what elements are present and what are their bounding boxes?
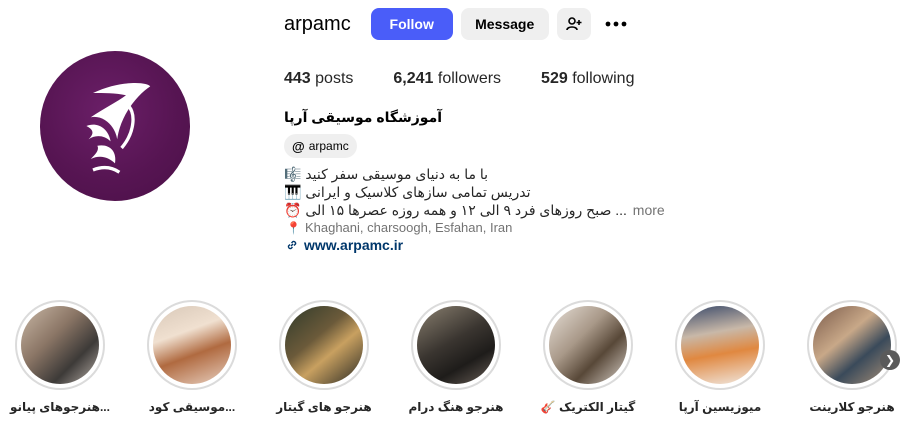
followers-stat[interactable]: 6,241 followers xyxy=(393,70,501,88)
bio-line-3: ⏰ صبح روزهای فرد ۹ الی ۱۲ و همه روزه عصر… xyxy=(284,202,665,219)
highlight-item[interactable]: میوزیسین آرپا xyxy=(660,300,780,414)
bio-line-1: 🎼 با ما به دنیای موسیقی سفر کنید xyxy=(284,166,489,182)
bio-line-3-text: ⏰ صبح روزهای فرد ۹ الی ۱۲ و همه روزه عصر… xyxy=(284,202,627,218)
arpa-logo-icon xyxy=(86,82,151,174)
following-count: 529 xyxy=(541,70,568,87)
location[interactable]: 📍 Khaghani, charsoogh, Esfahan, Iran xyxy=(286,220,512,235)
message-button[interactable]: Message xyxy=(460,8,549,40)
highlight-label: هنرجو هنگ درام xyxy=(408,400,504,414)
highlight-thumbnail xyxy=(285,306,363,384)
threads-link[interactable]: @ arpamc xyxy=(284,134,357,158)
followers-label: followers xyxy=(437,70,502,87)
highlight-label: موسیقی کود... xyxy=(148,400,236,414)
posts-count: 443 xyxy=(284,70,311,87)
highlight-thumbnail xyxy=(417,306,495,384)
highlight-thumbnail xyxy=(21,306,99,384)
person-add-icon xyxy=(565,17,582,31)
highlight-thumbnail xyxy=(813,306,891,384)
highlight-label: هنرجو های گیتار xyxy=(276,400,372,414)
location-text: Khaghani, charsoogh, Esfahan, Iran xyxy=(304,220,513,235)
highlight-ring xyxy=(543,300,633,390)
highlight-thumbnail xyxy=(681,306,759,384)
website-link[interactable]: www.arpamc.ir xyxy=(286,237,403,253)
profile-avatar[interactable] xyxy=(40,51,190,201)
highlight-thumbnail xyxy=(549,306,627,384)
highlight-label: هنرجوهای پیانو... xyxy=(10,400,110,414)
highlight-label: میوزیسین آرپا xyxy=(678,400,762,414)
profile-stats: 443 posts 6,241 followers 529 following xyxy=(284,70,674,88)
highlight-item[interactable]: هنرجو هنگ درام xyxy=(396,300,516,414)
profile-full-name: آموزشگاه موسیقی آرپا xyxy=(284,109,443,125)
highlight-item[interactable]: موسیقی کود... xyxy=(132,300,252,414)
suggest-user-button[interactable] xyxy=(556,8,591,40)
follow-button[interactable]: Follow xyxy=(370,8,453,40)
threads-handle: arpamc xyxy=(308,139,349,153)
posts-stat: 443 posts xyxy=(284,70,353,88)
bio-more-link[interactable]: more xyxy=(633,202,665,218)
more-horizontal-icon xyxy=(605,21,627,27)
following-stat[interactable]: 529 following xyxy=(541,70,634,88)
posts-label: posts xyxy=(315,70,354,87)
location-pin-icon: 📍 xyxy=(286,220,301,235)
highlight-label: هنرجو کلارینت xyxy=(809,400,895,414)
more-options-button[interactable] xyxy=(599,8,633,40)
link-icon xyxy=(287,240,297,250)
website-text: www.arpamc.ir xyxy=(304,237,404,253)
story-highlights: هنرجوهای پیانو... موسیقی کود... هنرجو ها… xyxy=(0,300,910,430)
following-label: following xyxy=(572,70,635,87)
followers-count: 6,241 xyxy=(393,70,434,87)
chevron-right-icon: ❯ xyxy=(884,353,896,367)
highlight-thumbnail xyxy=(153,306,231,384)
profile-header: arpamc Follow Message xyxy=(284,8,633,40)
highlight-item[interactable]: هنرجو های گیتار xyxy=(264,300,384,414)
highlight-label: 🎸 گیتار الکتریک xyxy=(540,400,636,414)
threads-icon: @ xyxy=(292,138,305,154)
highlight-item[interactable]: 🎸 گیتار الکتریک xyxy=(528,300,648,414)
highlight-ring xyxy=(411,300,501,390)
highlight-ring xyxy=(807,300,897,390)
highlight-ring xyxy=(15,300,105,390)
highlight-item[interactable]: هنرجوهای پیانو... xyxy=(0,300,120,414)
highlights-next-button[interactable]: ❯ xyxy=(880,350,900,370)
highlight-ring xyxy=(675,300,765,390)
bio-line-2: 🎹 تدریس تمامی سازهای کلاسیک و ایرانی xyxy=(284,184,531,200)
username: arpamc xyxy=(284,12,351,35)
highlight-ring xyxy=(147,300,237,390)
highlight-ring xyxy=(279,300,369,390)
